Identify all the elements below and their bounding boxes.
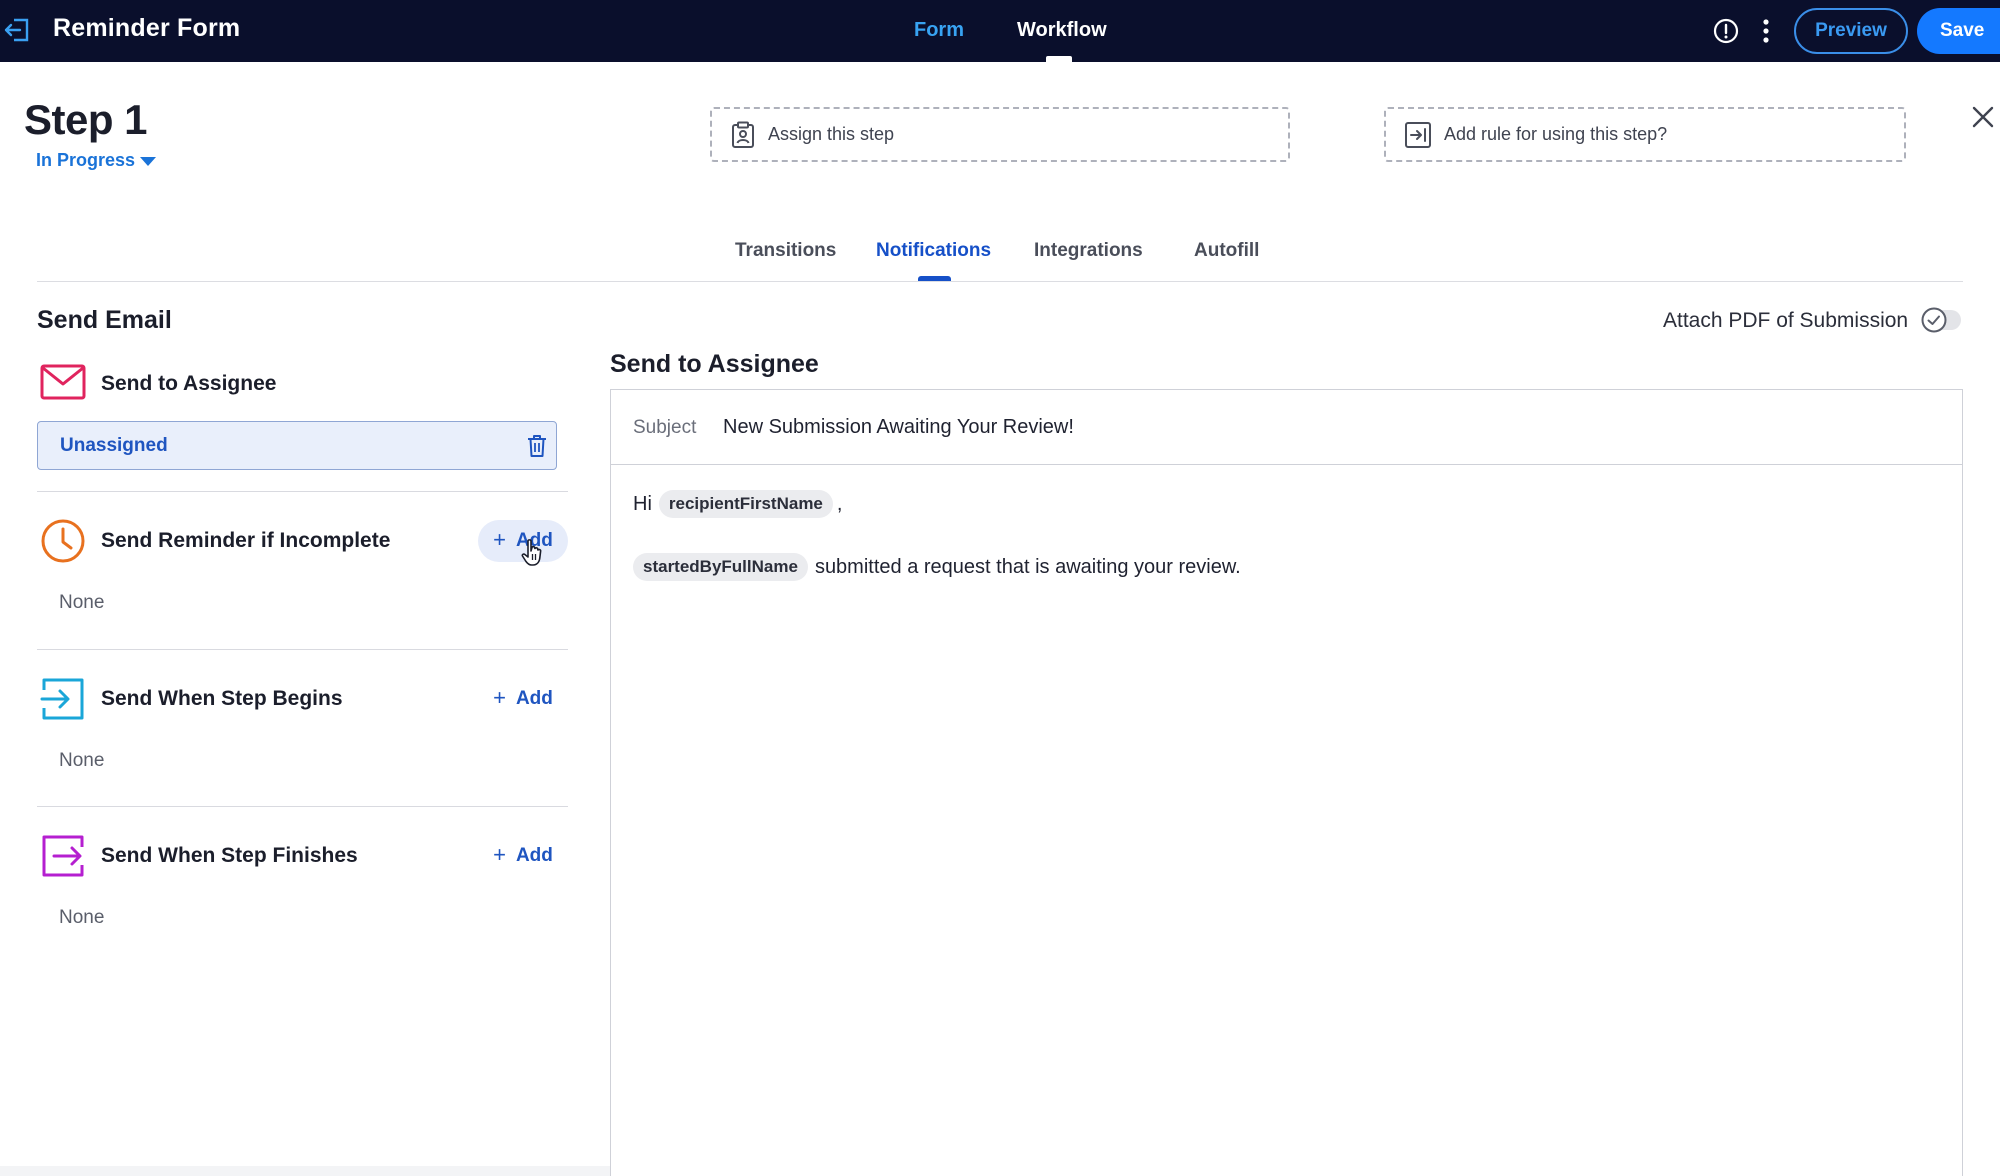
step-title: Step 1: [24, 96, 148, 143]
subject-row[interactable]: Subject New Submission Awaiting Your Rev…: [611, 390, 1962, 465]
preview-button[interactable]: Preview: [1794, 8, 1908, 54]
attach-pdf-toggle[interactable]: [1921, 307, 1963, 333]
assign-step-box[interactable]: Assign this step: [710, 107, 1290, 162]
plus-icon: +: [493, 527, 506, 552]
rule-enter-icon: [1405, 121, 1431, 148]
subject-input[interactable]: New Submission Awaiting Your Review!: [723, 416, 1074, 439]
greeting-text: Hi: [633, 492, 652, 515]
tab-form[interactable]: Form: [914, 19, 964, 42]
subject-label: Subject: [633, 417, 697, 438]
finishes-none: None: [59, 907, 105, 928]
tab-autofill[interactable]: Autofill: [1194, 240, 1259, 262]
hand-cursor-icon: [521, 539, 542, 566]
exit-icon[interactable]: [2, 15, 32, 45]
clipboard-user-icon: [732, 121, 754, 148]
step-status-dropdown[interactable]: In Progress: [36, 150, 157, 171]
save-button[interactable]: Save: [1917, 8, 2000, 54]
send-finishes-title: Send When Step Finishes: [101, 844, 358, 867]
send-to-assignee-title: Send to Assignee: [101, 372, 277, 395]
info-icon[interactable]: [1712, 17, 1740, 45]
attach-pdf-label: Attach PDF of Submission: [1663, 309, 1909, 332]
plus-icon: +: [493, 842, 506, 867]
step-status-label: In Progress: [36, 150, 136, 170]
reminder-none: None: [59, 592, 105, 613]
assign-step-label: Assign this step: [768, 124, 895, 144]
assignee-value: Unassigned: [60, 435, 168, 456]
add-rule-box[interactable]: Add rule for using this step?: [1384, 107, 1906, 162]
body-text: submitted a request that is awaiting you…: [814, 555, 1241, 578]
more-options-icon[interactable]: [1756, 17, 1776, 45]
section-divider: [37, 649, 568, 650]
send-email-title: Send Email: [37, 306, 172, 334]
section-divider: [37, 491, 568, 492]
tab-divider: [37, 281, 1963, 282]
trash-icon[interactable]: [527, 434, 547, 458]
step-begin-icon: [40, 678, 84, 720]
add-begins-button[interactable]: + Add: [478, 678, 568, 720]
started-by-full-name-chip[interactable]: startedByFullName: [633, 553, 808, 581]
begins-none: None: [59, 750, 105, 771]
recipient-first-name-chip[interactable]: recipientFirstName: [658, 490, 833, 518]
send-reminder-title: Send Reminder if Incomplete: [101, 529, 391, 552]
tab-integrations[interactable]: Integrations: [1034, 240, 1143, 262]
close-icon[interactable]: [1970, 104, 1996, 130]
email-body-line[interactable]: startedByFullName submitted a request th…: [633, 553, 1241, 581]
tab-workflow[interactable]: Workflow: [1017, 19, 1107, 42]
email-title: Send to Assignee: [610, 350, 819, 378]
section-divider: [37, 806, 568, 807]
caret-down-icon: [140, 157, 157, 166]
greeting-comma: ,: [836, 492, 843, 515]
tab-transitions[interactable]: Transitions: [735, 240, 836, 262]
step-finish-icon: [42, 835, 84, 877]
app-title: Reminder Form: [53, 14, 241, 42]
tab-notifications[interactable]: Notifications: [876, 240, 991, 262]
assignee-field[interactable]: Unassigned: [37, 421, 557, 470]
email-editor: Subject New Submission Awaiting Your Rev…: [610, 389, 1963, 1176]
mail-icon: [40, 364, 86, 400]
add-begins-label: Add: [515, 688, 553, 709]
email-greeting-line[interactable]: Hi recipientFirstName ,: [633, 490, 842, 518]
add-finishes-button[interactable]: + Add: [478, 835, 568, 877]
clock-icon: [41, 519, 85, 563]
add-rule-label: Add rule for using this step?: [1444, 124, 1668, 144]
add-finishes-label: Add: [515, 845, 553, 866]
send-begins-title: Send When Step Begins: [101, 687, 343, 710]
plus-icon: +: [493, 685, 506, 710]
active-tab-indicator: [1046, 56, 1072, 62]
top-bar: Reminder Form Form Workflow Preview Save: [0, 0, 2000, 62]
left-panel-footer: [0, 1166, 610, 1176]
